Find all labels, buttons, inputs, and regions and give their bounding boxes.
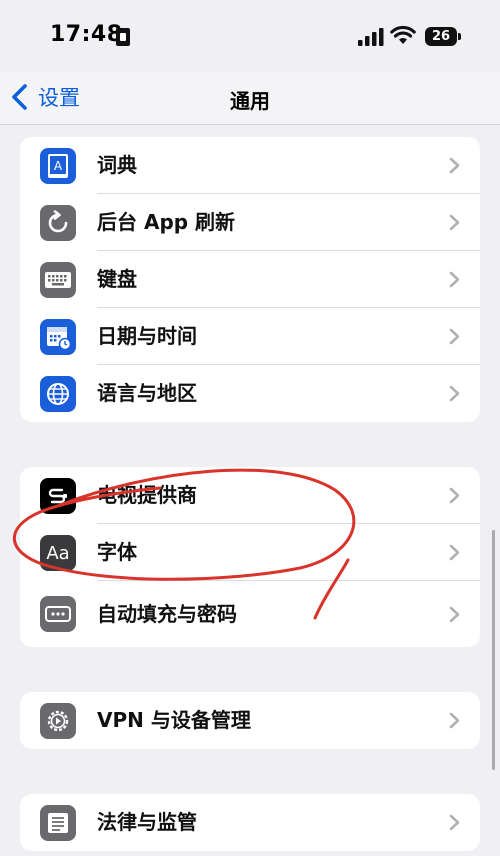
wifi-icon — [390, 25, 416, 44]
chevron-right-icon — [449, 157, 460, 174]
dictionary-icon: A — [40, 148, 76, 184]
row-label: 语言与地区 — [97, 381, 197, 405]
chevron-right-icon — [449, 385, 460, 402]
row-label: 自动填充与密码 — [97, 602, 237, 626]
status-bar: 17:48 26 — [0, 0, 500, 72]
row-date-time[interactable]: 日期与时间 — [20, 308, 480, 365]
settings-group-2: 电视提供商 Aa 字体 自动填充与密码 — [20, 467, 480, 647]
chevron-right-icon — [449, 487, 460, 504]
chevron-right-icon — [449, 328, 460, 345]
battery-indicator: 26 — [425, 27, 457, 46]
status-time: 17:48 — [50, 22, 123, 47]
font-icon-text: Aa — [46, 542, 70, 564]
row-autofill-passwords[interactable]: 自动填充与密码 — [20, 581, 480, 647]
row-label: 字体 — [97, 540, 137, 564]
row-fonts[interactable]: Aa 字体 — [20, 524, 480, 581]
settings-group-1: A 词典 后台 App 刷新 键盘 日期与时间 语言与地区 — [20, 137, 480, 422]
row-label: 日期与时间 — [97, 324, 197, 348]
scroll-indicator — [492, 530, 495, 770]
row-label: 后台 App 刷新 — [97, 210, 236, 234]
gear-icon — [40, 703, 76, 739]
globe-icon — [40, 376, 76, 412]
battery-tip — [458, 33, 461, 40]
keyboard-icon — [40, 262, 76, 298]
page-title: 通用 — [230, 89, 270, 113]
row-dictionary[interactable]: A 词典 — [20, 137, 480, 194]
document-icon — [40, 805, 76, 841]
chevron-right-icon — [449, 544, 460, 561]
settings-group-4: 法律与监管 — [20, 794, 480, 851]
chevron-right-icon — [449, 606, 460, 623]
settings-group-3: VPN 与设备管理 — [20, 692, 480, 749]
navigation-bar: 设置 通用 — [0, 72, 500, 125]
lock-icon — [116, 28, 130, 46]
chevron-right-icon — [449, 712, 460, 729]
font-icon: Aa — [40, 535, 76, 571]
row-label: 法律与监管 — [97, 810, 197, 834]
row-label: VPN 与设备管理 — [97, 708, 251, 732]
calendar-clock-icon — [40, 319, 76, 355]
tv-provider-icon — [40, 478, 76, 514]
row-label: 词典 — [97, 153, 137, 177]
chevron-right-icon — [449, 271, 460, 288]
background-refresh-icon — [40, 205, 76, 241]
autofill-password-icon — [40, 596, 76, 632]
row-keyboard[interactable]: 键盘 — [20, 251, 480, 308]
row-background-app-refresh[interactable]: 后台 App 刷新 — [20, 194, 480, 251]
chevron-right-icon — [449, 814, 460, 831]
row-tv-provider[interactable]: 电视提供商 — [20, 467, 480, 524]
chevron-right-icon — [449, 214, 460, 231]
row-label: 键盘 — [97, 267, 137, 291]
svg-text:A: A — [54, 159, 63, 173]
row-vpn-device-management[interactable]: VPN 与设备管理 — [20, 692, 480, 749]
row-legal-regulatory[interactable]: 法律与监管 — [20, 794, 480, 851]
row-language-region[interactable]: 语言与地区 — [20, 365, 480, 422]
row-label: 电视提供商 — [97, 483, 197, 507]
cellular-signal-icon — [358, 28, 384, 46]
